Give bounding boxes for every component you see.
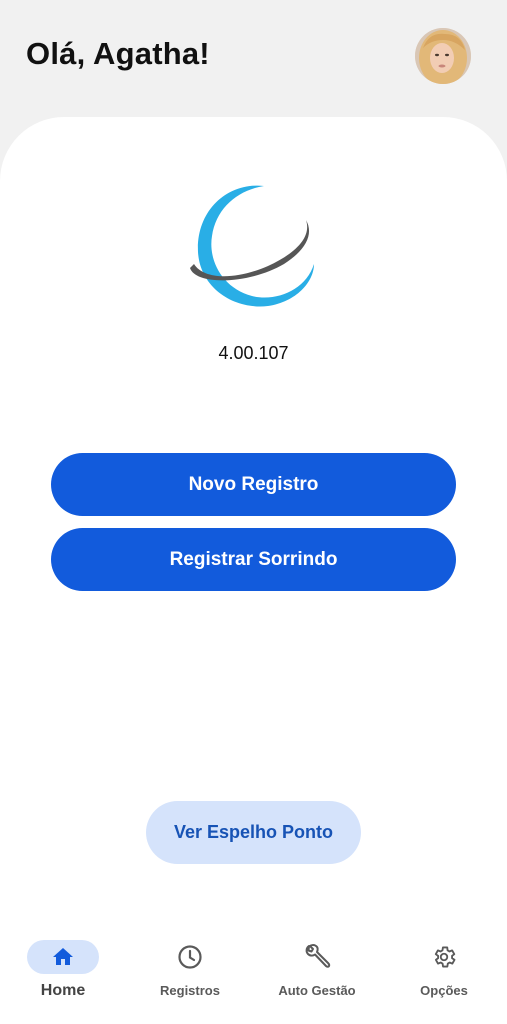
avatar[interactable]: [415, 28, 471, 84]
nav-registros-icon-wrap: [154, 940, 226, 974]
registrar-sorrindo-button[interactable]: Registrar Sorrindo: [51, 528, 456, 591]
nav-item-opcoes[interactable]: Opções: [381, 930, 507, 1024]
nav-item-registros[interactable]: Registros: [127, 930, 253, 1024]
nav-item-auto-gestao[interactable]: Auto Gestão: [254, 930, 380, 1024]
company-logo-icon: [190, 185, 314, 307]
bottom-navigation: Home Registros Auto Gestão Opções: [0, 930, 507, 1024]
avatar-image: [415, 28, 471, 84]
nav-home-indicator: [27, 940, 99, 974]
nav-opcoes-icon-wrap: [408, 940, 480, 974]
nav-label-opcoes: Opções: [420, 983, 468, 998]
nav-label-auto-gestao: Auto Gestão: [278, 983, 356, 998]
clock-icon: [178, 945, 202, 969]
home-icon: [53, 948, 73, 965]
ver-espelho-ponto-button[interactable]: Ver Espelho Ponto: [146, 801, 361, 864]
greeting-title: Olá, Agatha!: [26, 36, 210, 71]
gear-icon: [434, 946, 456, 968]
wrench-icon: [305, 944, 331, 968]
nav-item-home[interactable]: Home: [0, 930, 126, 1024]
nav-label-registros: Registros: [160, 983, 220, 998]
novo-registro-button[interactable]: Novo Registro: [51, 453, 456, 516]
app-version: 4.00.107: [218, 343, 289, 363]
nav-label-home: Home: [40, 982, 86, 999]
nav-auto-gestao-icon-wrap: [281, 940, 353, 974]
app-header: Olá, Agatha!: [0, 0, 507, 120]
